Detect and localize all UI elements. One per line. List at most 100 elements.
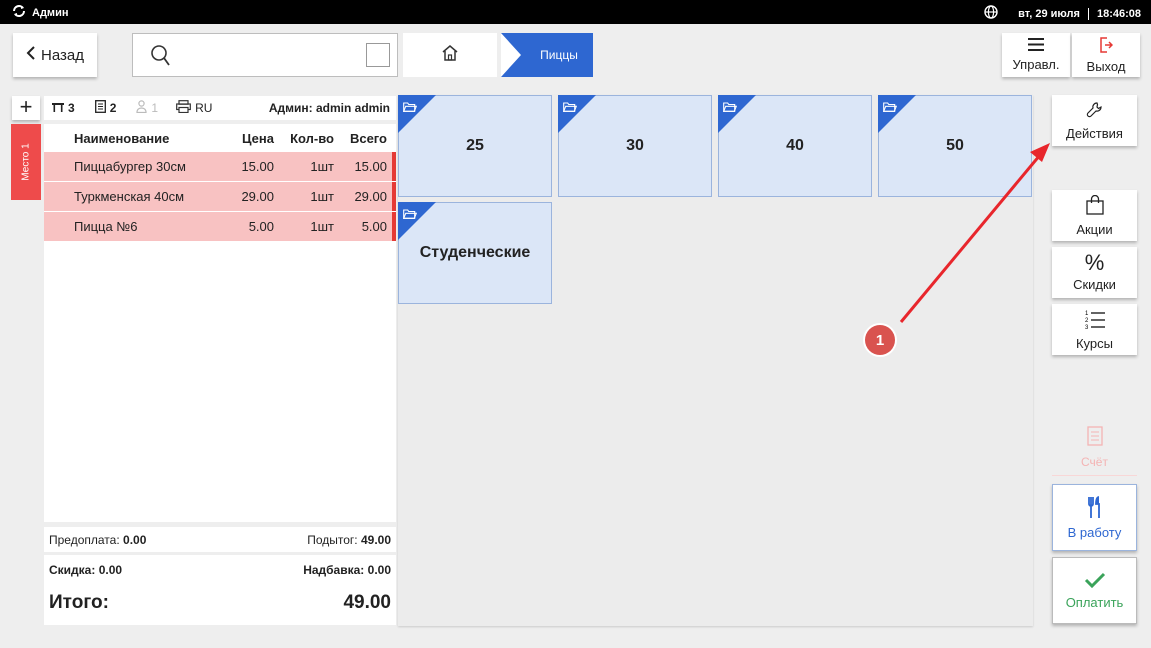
logout-icon: [1099, 36, 1114, 56]
total-value: 49.00: [343, 592, 391, 613]
prepay-value: 0.00: [123, 532, 147, 547]
tile-label: 25: [466, 137, 484, 154]
tile-label: 30: [626, 137, 644, 154]
search-box[interactable]: [132, 33, 398, 77]
subtotal-bar: Предоплата: 0.00 Подытог: 49.00: [44, 527, 396, 552]
back-label: Назад: [41, 46, 84, 64]
subtotal-value: 49.00: [360, 532, 391, 547]
guests-info[interactable]: 2: [94, 100, 117, 116]
table-icon: [52, 101, 64, 115]
folder-icon: [722, 99, 738, 117]
item-name: Туркменская 40см: [74, 189, 185, 204]
category-tile[interactable]: 50: [878, 95, 1032, 197]
svg-text:3: 3: [1085, 325, 1089, 329]
col-price: Цена: [242, 130, 274, 146]
app-title: Админ: [12, 5, 68, 20]
printer-icon: [176, 100, 191, 116]
wrench-icon: [1086, 101, 1104, 122]
plus-icon: +: [19, 94, 33, 119]
table-number: 3: [68, 101, 75, 115]
svg-text:2: 2: [1085, 318, 1089, 324]
subtotal-label: Подытог:: [307, 532, 358, 547]
bill-label: Счёт: [1081, 455, 1108, 469]
item-price: 29.00: [241, 189, 274, 204]
admin-label: Админ: admin admin: [268, 101, 390, 115]
table-info[interactable]: 3: [52, 101, 75, 115]
item-price: 5.00: [248, 219, 274, 234]
annotation-badge: 1: [865, 325, 895, 355]
guests-count: 2: [109, 101, 117, 115]
table-header: Наименование Цена Кол-во Всего: [44, 124, 396, 152]
item-qty: 1шт: [310, 189, 334, 204]
search-checkbox[interactable]: [366, 43, 390, 67]
date-text: вт, 29 июля: [1018, 7, 1080, 20]
bill-icon: [1086, 426, 1103, 449]
tile-label: 50: [946, 137, 964, 154]
manage-button[interactable]: Управл.: [1002, 33, 1070, 77]
surcharge: Надбавка: 0.00: [303, 563, 391, 577]
persons-info[interactable]: 1: [136, 100, 158, 116]
item-qty: 1шт: [310, 219, 334, 234]
surcharge-value: 0.00: [367, 563, 391, 577]
pay-button[interactable]: Оплатить: [1052, 557, 1137, 624]
time-text: 18:46:08: [1096, 7, 1141, 20]
globe-icon[interactable]: [984, 5, 998, 22]
breadcrumb-label: Пиццы: [540, 48, 578, 62]
persons-count: 1: [151, 101, 159, 115]
checkmark-icon: [1084, 572, 1106, 591]
folder-icon: [402, 206, 418, 224]
discount-label: Скидка:: [49, 563, 96, 577]
discount: Скидка: 0.00: [49, 563, 122, 577]
status-bar: Админ вт, 29 июля 18:46:08: [0, 0, 1151, 24]
seat-label: Место 1: [20, 143, 32, 181]
item-qty: 1шт: [310, 159, 334, 174]
exit-button[interactable]: Выход: [1072, 33, 1140, 77]
folder-icon: [882, 99, 898, 117]
totals-box: Скидка: 0.00 Надбавка: 0.00 Итого: 49.00: [44, 555, 396, 625]
breadcrumb-separator: [501, 33, 521, 77]
item-total: 29.00: [354, 189, 387, 204]
shopping-bag-icon: [1085, 194, 1104, 218]
item-total: 15.00: [354, 159, 387, 174]
bill-button[interactable]: Счёт: [1052, 420, 1137, 476]
category-tile[interactable]: 40: [718, 95, 872, 197]
exit-label: Выход: [1086, 58, 1126, 74]
surcharge-label: Надбавка:: [303, 563, 365, 577]
prepay: Предоплата: 0.00: [49, 533, 146, 547]
send-to-kitchen-button[interactable]: В работу: [1052, 484, 1137, 551]
actions-button[interactable]: Действия: [1052, 95, 1137, 146]
actions-label: Действия: [1066, 125, 1123, 141]
receipt-icon: [94, 100, 106, 116]
product-grid: 25 30 40 50 Студенческие: [398, 95, 1033, 626]
folder-icon: [402, 99, 418, 117]
discounts-button[interactable]: % Скидки: [1052, 247, 1137, 298]
folder-icon: [562, 99, 578, 117]
promos-button[interactable]: Акции: [1052, 190, 1137, 241]
table-row[interactable]: Пиццабургер 30см 15.00 1шт 15.00: [44, 152, 396, 181]
col-total: Всего: [349, 130, 387, 146]
category-tile[interactable]: 25: [398, 95, 552, 197]
total-label: Итого:: [49, 592, 109, 613]
table-row[interactable]: Пицца №6 5.00 1шт 5.00: [44, 212, 396, 241]
table-row[interactable]: Туркменская 40см 29.00 1шт 29.00: [44, 182, 396, 211]
numbered-list-icon: 123: [1085, 309, 1105, 332]
tile-label: 40: [786, 137, 804, 154]
breadcrumb-home[interactable]: [403, 33, 497, 77]
printer-language[interactable]: RU: [176, 100, 212, 116]
col-qty: Кол-во: [290, 130, 334, 146]
back-button[interactable]: Назад: [13, 33, 97, 77]
sync-icon: [12, 5, 26, 20]
item-name: Пиццабургер 30см: [74, 159, 186, 174]
item-total: 5.00: [361, 219, 387, 234]
item-name: Пицца №6: [74, 219, 138, 234]
person-icon: [136, 100, 147, 116]
svg-text:1: 1: [1085, 311, 1089, 317]
subtotal: Подытог: 49.00: [307, 533, 391, 547]
chevron-left-icon: [26, 46, 35, 64]
add-seat-button[interactable]: +: [12, 96, 40, 120]
seat-tab[interactable]: Место 1: [11, 124, 41, 200]
category-tile[interactable]: Студенческие: [398, 202, 552, 304]
menu-icon: [1028, 38, 1044, 54]
category-tile[interactable]: 30: [558, 95, 712, 197]
courses-button[interactable]: 123 Курсы: [1052, 304, 1137, 355]
